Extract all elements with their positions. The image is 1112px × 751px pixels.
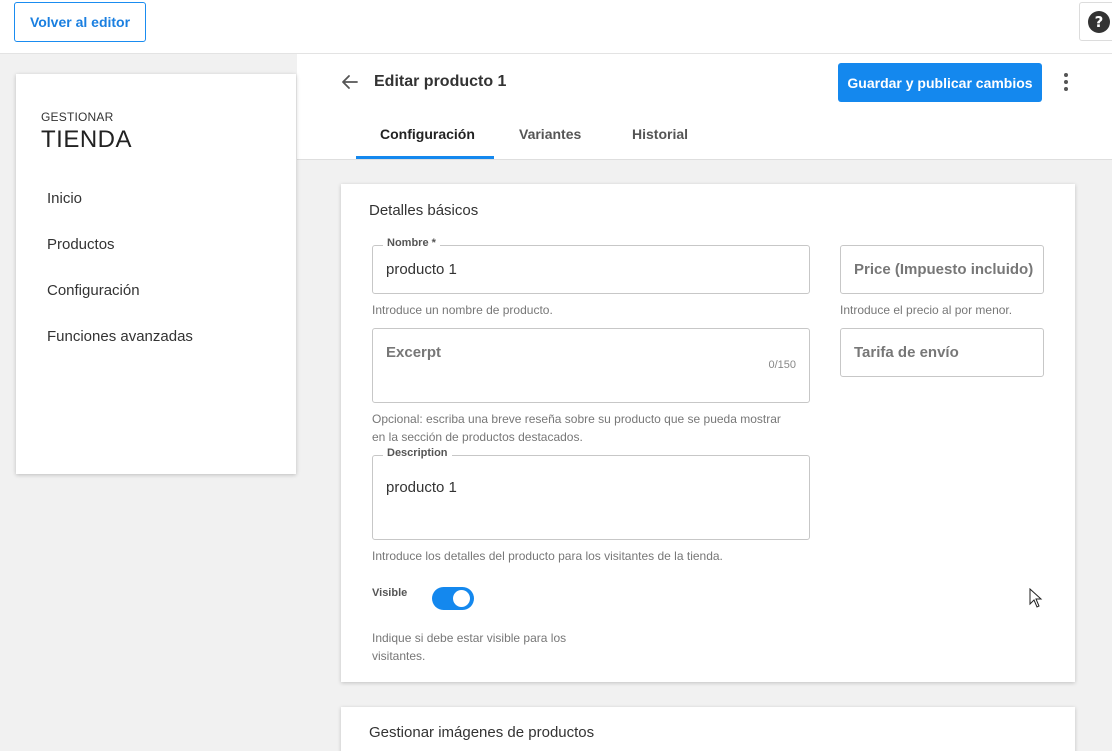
visible-label: Visible (372, 587, 408, 599)
shipping-rate-placeholder: Tarifa de envío (854, 344, 959, 361)
product-images-title: Gestionar imágenes de productos (369, 724, 595, 741)
visible-toggle[interactable] (432, 587, 474, 610)
excerpt-helper-line1: Opcional: escriba una breve reseña sobre… (372, 412, 781, 426)
excerpt-field-placeholder: Excerpt (386, 344, 442, 361)
excerpt-char-counter: 0/150 (768, 359, 796, 371)
help-icon: ? (1088, 10, 1110, 33)
excerpt-helper-line2: en la sección de productos destacados. (372, 430, 583, 444)
save-and-publish-button[interactable]: Guardar y publicar cambios (838, 63, 1042, 102)
excerpt-field[interactable]: Excerpt 0/150 (372, 328, 810, 403)
price-field[interactable]: Price (Impuesto incluido) (840, 245, 1044, 294)
store-sidebar: GESTIONAR TIENDA Inicio Productos Config… (16, 74, 296, 474)
arrow-left-icon[interactable] (340, 72, 360, 92)
description-field-value: producto 1 (386, 479, 457, 496)
shipping-rate-field[interactable]: Tarifa de envío (840, 328, 1044, 377)
description-field[interactable]: Description producto 1 (372, 447, 810, 540)
sidebar-title: TIENDA (41, 126, 133, 153)
sidebar-item-configuracion[interactable]: Configuración (47, 282, 140, 299)
price-helper-text: Introduce el precio al por menor. (840, 303, 1013, 317)
basic-details-title: Detalles básicos (369, 202, 479, 219)
price-field-placeholder: Price (Impuesto incluido) (854, 261, 1034, 278)
page-title: Editar producto 1 (374, 73, 507, 90)
description-field-label: Description (383, 447, 452, 459)
more-vertical-icon[interactable] (1056, 70, 1076, 94)
top-bar: Volver al editor ? (0, 0, 1112, 54)
visible-helper-line2: visitantes. (372, 649, 426, 663)
mouse-cursor-icon (1029, 588, 1043, 608)
name-field-value: producto 1 (386, 261, 457, 278)
back-to-editor-button[interactable]: Volver al editor (14, 2, 146, 42)
sidebar-item-funciones-avanzadas[interactable]: Funciones avanzadas (47, 328, 193, 345)
tab-variantes[interactable]: Variantes (519, 126, 581, 142)
name-field-label: Nombre * (383, 237, 440, 249)
visible-helper-line1: Indique si debe estar visible para los (372, 631, 567, 645)
active-tab-indicator (356, 156, 494, 159)
name-field[interactable]: Nombre * producto 1 (372, 237, 810, 294)
sidebar-subtitle: GESTIONAR (41, 110, 114, 124)
sidebar-item-inicio[interactable]: Inicio (47, 190, 82, 207)
tab-historial[interactable]: Historial (632, 126, 688, 142)
description-helper-text: Introduce los detalles del producto para… (372, 549, 723, 563)
toggle-knob (453, 590, 470, 607)
help-button[interactable]: ? (1079, 2, 1112, 41)
product-images-card: Gestionar imágenes de productos (341, 707, 1075, 751)
tab-configuracion[interactable]: Configuración (380, 126, 475, 142)
name-helper-text: Introduce un nombre de producto. (372, 303, 553, 317)
sidebar-item-productos[interactable]: Productos (47, 236, 115, 253)
